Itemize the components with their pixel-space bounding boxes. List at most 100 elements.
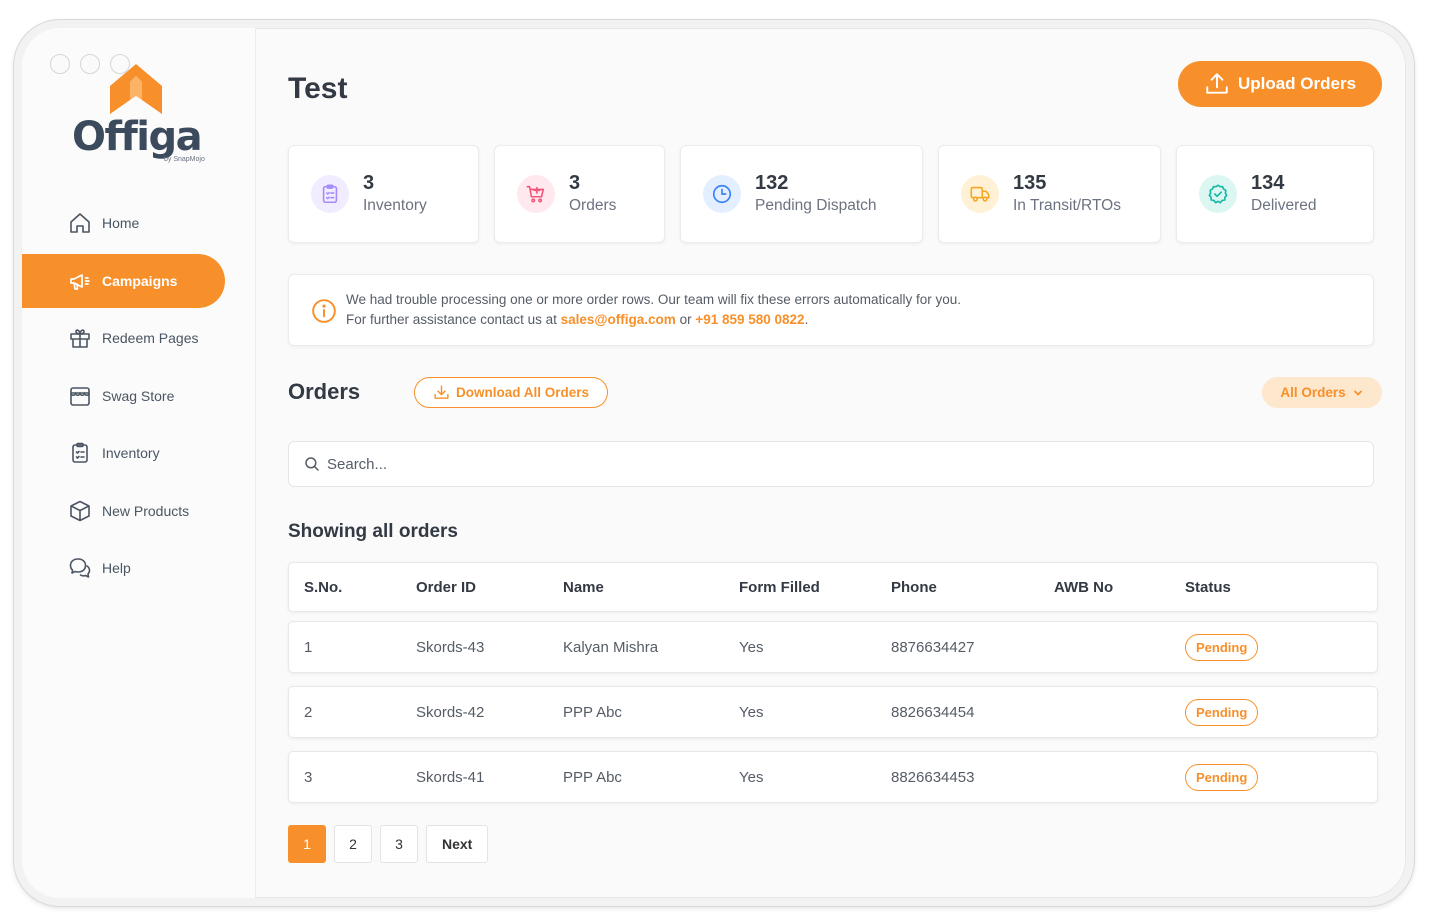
orders-title: Orders bbox=[288, 379, 361, 404]
cell-phone: 8826634454 bbox=[891, 703, 975, 721]
stat-card-orders[interactable]: 3 Orders bbox=[494, 145, 665, 243]
brand-sub: by SnapMojo bbox=[164, 156, 205, 163]
search-icon bbox=[305, 457, 319, 471]
upload-orders-label: Upload Orders bbox=[1237, 74, 1357, 93]
stat-card-pending-dispatch[interactable]: 132 Pending Dispatch bbox=[680, 145, 923, 243]
stat-label: Delivered bbox=[1251, 197, 1317, 214]
sidebar-item-label: Home bbox=[102, 215, 140, 231]
cell-name: Kalyan Mishra bbox=[563, 638, 659, 656]
window-minimize-button[interactable] bbox=[80, 54, 100, 74]
stat-card-in-transit[interactable]: 135 In Transit/RTOs bbox=[938, 145, 1161, 243]
pagination: 1 2 3 Next bbox=[288, 825, 489, 863]
sidebar-item-label: Campaigns bbox=[102, 272, 178, 289]
cell-phone: 8826634453 bbox=[891, 768, 975, 786]
cell-status: Pending bbox=[1185, 687, 1259, 737]
next-page-button[interactable]: Next bbox=[426, 825, 489, 863]
cell-order-id: Skords-41 bbox=[416, 768, 485, 786]
sidebar-item-help[interactable]: Help bbox=[22, 541, 256, 595]
cell-phone: 8876634427 bbox=[891, 638, 975, 656]
stat-icon-wrap bbox=[311, 175, 349, 213]
cell-status: Pending bbox=[1185, 752, 1259, 802]
sidebar-item-inventory[interactable]: Inventory bbox=[22, 426, 256, 480]
store-icon bbox=[70, 386, 90, 406]
stat-label: Pending Dispatch bbox=[755, 197, 877, 214]
sidebar-item-home[interactable]: Home bbox=[22, 196, 256, 250]
chevron-down-icon bbox=[1353, 390, 1362, 395]
stat-text: 135 In Transit/RTOs bbox=[1013, 171, 1121, 217]
cell-form-filled: Yes bbox=[739, 703, 764, 721]
column-header-order-id[interactable]: Order ID bbox=[416, 563, 476, 611]
status-badge: Pending bbox=[1185, 633, 1259, 661]
main-content: Test Upload Orders 3 Inventory 3 Orders … bbox=[256, 28, 1406, 898]
stat-text: 3 Orders bbox=[569, 171, 616, 217]
column-header-phone[interactable]: Phone bbox=[891, 563, 937, 611]
cell-order-id: Skords-43 bbox=[416, 638, 485, 656]
page-3-button[interactable]: 3 bbox=[380, 825, 418, 863]
column-header-form-filled[interactable]: Form Filled bbox=[739, 563, 820, 611]
window-close-button[interactable] bbox=[50, 54, 70, 74]
upload-icon bbox=[1206, 73, 1228, 94]
cart-icon bbox=[526, 185, 545, 203]
info-icon bbox=[312, 299, 336, 323]
download-all-orders-label: Download All Orders bbox=[455, 385, 590, 400]
cell-name: PPP Abc bbox=[563, 703, 622, 721]
sidebar-item-swag-store[interactable]: Swag Store bbox=[22, 369, 256, 423]
stat-label: Orders bbox=[569, 197, 617, 214]
stat-value: 135 bbox=[1013, 172, 1047, 194]
order-filter-label: All Orders bbox=[1280, 385, 1346, 400]
stat-value: 3 bbox=[363, 172, 375, 194]
stat-label: Inventory bbox=[363, 197, 427, 214]
cell-name: PPP Abc bbox=[563, 768, 622, 786]
page-2-button[interactable]: 2 bbox=[334, 825, 372, 863]
home-icon bbox=[70, 213, 90, 233]
column-header-name[interactable]: Name bbox=[563, 563, 604, 611]
search-bar bbox=[288, 441, 1374, 487]
stat-text: 134 Delivered bbox=[1251, 171, 1316, 217]
stat-card-inventory[interactable]: 3 Inventory bbox=[288, 145, 479, 243]
download-all-orders-button[interactable]: Download All Orders bbox=[414, 377, 608, 408]
page-1-button[interactable]: 1 bbox=[288, 825, 326, 863]
cell-form-filled: Yes bbox=[739, 768, 764, 786]
stat-text: 132 Pending Dispatch bbox=[755, 171, 877, 217]
support-email-link[interactable]: sales@offiga.com bbox=[561, 312, 676, 327]
showing-orders-label: Showing all orders bbox=[288, 521, 458, 542]
clipboard-icon bbox=[72, 442, 88, 463]
column-header-sno[interactable]: S.No. bbox=[304, 563, 342, 611]
column-header-awb-no[interactable]: AWB No bbox=[1054, 563, 1113, 611]
stat-card-delivered[interactable]: 134 Delivered bbox=[1176, 145, 1374, 243]
stat-icon-wrap bbox=[703, 175, 741, 213]
cell-order-id: Skords-42 bbox=[416, 703, 485, 721]
clock-icon bbox=[712, 184, 732, 204]
gift-icon bbox=[70, 329, 90, 348]
brand-logo[interactable]: Offiga by SnapMojo bbox=[72, 62, 212, 172]
sidebar-item-label: Inventory bbox=[102, 445, 160, 461]
window-controls bbox=[50, 54, 130, 74]
check-circle-icon bbox=[1208, 184, 1228, 204]
alert-contact-suffix: . bbox=[804, 312, 809, 327]
column-header-status[interactable]: Status bbox=[1185, 563, 1231, 611]
table-row[interactable]: 3 Skords-41 PPP Abc Yes 8826634453 Pendi… bbox=[288, 751, 1378, 803]
app-window: Offiga by SnapMojo Home Campaigns Redeem… bbox=[14, 20, 1414, 906]
error-alert: We had trouble processing one or more or… bbox=[288, 274, 1374, 346]
alert-contact-prefix: For further assistance contact us at bbox=[346, 312, 561, 327]
window-maximize-button[interactable] bbox=[110, 54, 130, 74]
support-phone-link[interactable]: +91 859 580 0822 bbox=[695, 312, 804, 327]
chat-help-icon bbox=[69, 558, 91, 578]
table-row[interactable]: 2 Skords-42 PPP Abc Yes 8826634454 Pendi… bbox=[288, 686, 1378, 738]
box-icon bbox=[70, 500, 90, 521]
sidebar-item-label: Help bbox=[102, 560, 131, 576]
sidebar-item-campaigns[interactable]: Campaigns bbox=[22, 253, 225, 308]
sidebar-item-new-products[interactable]: New Products bbox=[22, 484, 256, 538]
download-icon bbox=[434, 385, 449, 399]
megaphone-icon bbox=[70, 273, 90, 290]
table-row[interactable]: 1 Skords-43 Kalyan Mishra Yes 8876634427… bbox=[288, 621, 1378, 673]
stat-icon-wrap bbox=[1199, 175, 1237, 213]
stat-icon-wrap bbox=[517, 175, 555, 213]
upload-orders-button[interactable]: Upload Orders bbox=[1178, 61, 1382, 107]
search-input[interactable] bbox=[327, 455, 1373, 473]
sidebar-item-redeem-pages[interactable]: Redeem Pages bbox=[22, 311, 256, 365]
cell-status: Pending bbox=[1185, 622, 1259, 672]
order-filter-dropdown[interactable]: All Orders bbox=[1262, 377, 1382, 408]
stat-icon-wrap bbox=[961, 175, 999, 213]
cell-form-filled: Yes bbox=[739, 638, 764, 656]
